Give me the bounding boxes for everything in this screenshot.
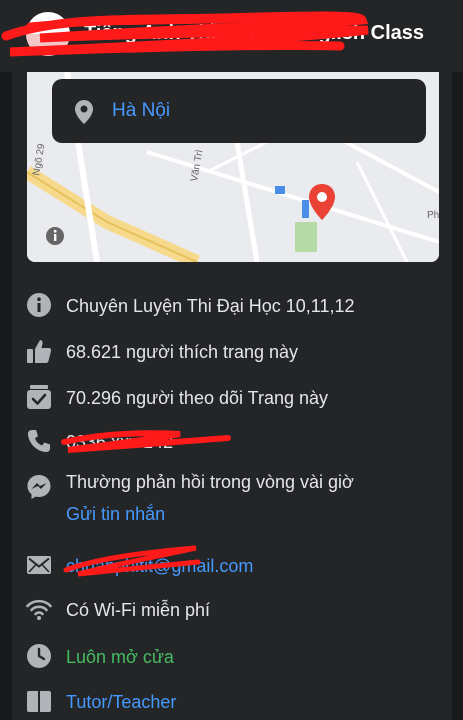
hours-text: Luôn mở cửa xyxy=(66,647,174,667)
page-avatar[interactable] xyxy=(26,12,70,56)
thumbs-up-icon xyxy=(27,340,52,363)
phone-number[interactable]: 0336 xxx 142 xyxy=(66,432,173,453)
location-card[interactable]: Hà Nội xyxy=(52,79,426,143)
email-link[interactable]: chuanphitit@gmail.com xyxy=(66,556,253,577)
clock-icon xyxy=(27,644,51,668)
place-label: Ph xyxy=(427,210,439,221)
follow-check-icon xyxy=(27,385,51,409)
response-time-text: Thường phản hồi trong vòng vài giờ xyxy=(66,472,354,492)
send-message-link[interactable]: Gửi tin nhắn xyxy=(66,504,165,525)
mail-icon xyxy=(27,556,51,574)
info-icon xyxy=(27,293,51,317)
category-text: Chuyên Luyện Thi Đại Học 10,11,12 xyxy=(66,296,355,316)
likes-text: 68.621 người thích trang này xyxy=(66,342,299,362)
page-type-link[interactable]: Tutor/Teacher xyxy=(66,692,176,713)
phone-icon xyxy=(28,430,50,452)
messenger-icon xyxy=(27,475,51,499)
page-header: Tiếng Anh Thầy Trịnh English Class xyxy=(0,0,463,72)
briefcase-icon xyxy=(27,691,51,712)
page-title[interactable]: Tiếng Anh Thầy Trịnh English Class xyxy=(84,22,424,45)
wifi-icon xyxy=(26,599,52,620)
location-pin-icon xyxy=(75,100,93,124)
followers-text: 70.296 người theo dõi Trang này xyxy=(66,388,329,408)
wifi-text: Có Wi-Fi miễn phí xyxy=(66,600,211,620)
location-label[interactable]: Hà Nội xyxy=(112,100,170,122)
